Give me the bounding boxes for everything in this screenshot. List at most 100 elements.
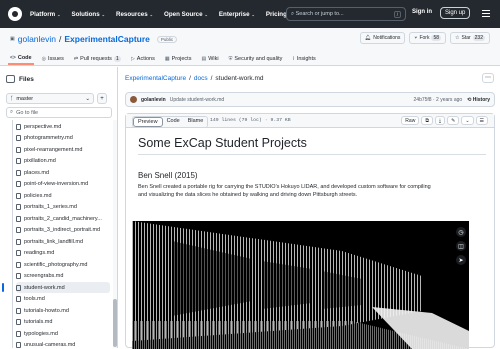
repo-owner-link[interactable]: golanlevin <box>18 34 56 44</box>
repo-title: ▣ golanlevin / ExperimentalCapture Publi… <box>10 34 178 44</box>
fork-count: 58 <box>431 35 441 41</box>
tab-actions[interactable]: ▷ Actions <box>129 52 157 65</box>
list-item[interactable]: pixel-rearrangement.md <box>16 144 110 155</box>
file-name: portraits_1_series.md <box>24 204 77 210</box>
file-icon <box>16 135 21 141</box>
pull-request-icon: ⇄ <box>73 55 79 62</box>
list-item[interactable]: student-work.md <box>16 282 110 293</box>
table-icon: ▦ <box>164 55 170 62</box>
breadcrumb-folder-link[interactable]: docs <box>194 75 208 82</box>
file-name: point-of-view-inversion.md <box>24 181 89 187</box>
commit-author[interactable]: golanlevin <box>141 97 166 103</box>
file-icon <box>16 261 21 268</box>
sign-in-link[interactable]: Sign in <box>412 9 432 15</box>
file-name: tools.md <box>24 296 45 302</box>
markdown-body: Some ExCap Student Projects Ben Snell (2… <box>138 134 486 199</box>
chevron-down-icon: ⌄ <box>251 11 255 17</box>
download-icon[interactable]: ⤓ <box>434 116 446 125</box>
commit-message[interactable]: Update student-work.md <box>170 97 224 103</box>
edit-icon[interactable]: ✎ <box>447 116 460 125</box>
sign-up-button[interactable]: Sign up <box>440 7 471 19</box>
avatar[interactable] <box>130 96 137 103</box>
file-icon <box>16 273 21 279</box>
tab-issues[interactable]: ◎ Issues <box>40 52 66 65</box>
tab-pull-requests[interactable]: ⇄ Pull requests 1 <box>72 52 123 65</box>
tree-guide-line <box>12 120 13 348</box>
nav-platform[interactable]: Platform ⌄ <box>30 11 60 18</box>
nav-resources[interactable]: Resources ⌄ <box>116 11 153 18</box>
tab-preview[interactable]: Preview <box>133 117 163 127</box>
list-item[interactable]: readings.md <box>16 248 110 259</box>
nav-solutions[interactable]: Solutions ⌄ <box>71 11 105 18</box>
list-item[interactable]: tutorials.md <box>16 317 110 328</box>
go-to-file-input[interactable]: ⌕ Go to file <box>6 107 112 118</box>
list-item[interactable]: portraits_3_indirect_portrait.md <box>16 225 110 236</box>
file-icon <box>16 123 21 130</box>
send-icon[interactable]: ➤ <box>456 255 466 265</box>
raw-button[interactable]: Raw <box>401 116 420 125</box>
top-navigation-bar: Platform ⌄ Solutions ⌄ Resources ⌄ Open Sou… <box>0 0 500 28</box>
history-button[interactable]: ⟲ History <box>467 97 490 103</box>
copy-icon[interactable]: ⧉ <box>421 116 433 125</box>
file-name: readings.md <box>24 250 55 256</box>
breadcrumb-separator: / <box>189 75 191 82</box>
list-item[interactable]: policies.md <box>16 190 110 201</box>
tab-projects[interactable]: ▦ Projects <box>163 52 194 65</box>
github-logo-icon[interactable] <box>8 7 22 21</box>
list-item[interactable]: photogrammetry.md <box>16 133 110 144</box>
list-item[interactable]: tutorials-howto.md <box>16 305 110 316</box>
notifications-button[interactable]: 🔔︎ Notifications <box>359 32 406 44</box>
section-paragraph: Ben Snell created a portable rig for car… <box>138 184 431 198</box>
active-file-indicator <box>2 283 4 292</box>
list-item[interactable]: places.md <box>16 167 110 178</box>
chevron-down-icon[interactable]: ⌄ <box>461 116 474 125</box>
list-item[interactable]: perspective.md <box>16 121 110 132</box>
list-item[interactable]: screengrabs.md <box>16 271 110 282</box>
star-icon: ☆ <box>455 35 460 41</box>
list-item[interactable]: tools.md <box>16 294 110 305</box>
file-name: portraits_2_candid_machinery... <box>24 215 102 222</box>
nav-pricing[interactable]: Pricing <box>266 11 287 18</box>
graph-icon: ⌇ <box>292 55 295 62</box>
layers-icon[interactable]: ◫ <box>456 241 466 251</box>
tab-wiki[interactable]: ▤ Wiki <box>199 52 220 65</box>
play-icon: ▷ <box>130 55 135 62</box>
list-item[interactable]: unusual-cameras.md <box>16 340 110 348</box>
star-button[interactable]: ☆ Star 232 <box>450 32 490 44</box>
tab-insights[interactable]: ⌇ Insights <box>290 52 317 65</box>
sidebar-toggle-icon[interactable] <box>6 75 15 83</box>
tab-security[interactable]: ⛨ Security and quality <box>227 52 285 65</box>
list-item[interactable]: typologies.md <box>16 328 110 339</box>
file-icon <box>16 227 21 233</box>
list-item[interactable]: pixillation.md <box>16 156 110 167</box>
fork-button[interactable]: ⑂ Fork 58 <box>409 32 446 44</box>
breadcrumb-repo-link[interactable]: ExperimentalCapture <box>125 75 186 82</box>
list-item[interactable]: portraits_1_series.md <box>16 202 110 213</box>
tab-code[interactable]: <> Code <box>8 52 34 65</box>
add-file-button[interactable]: + <box>97 93 107 104</box>
list-item[interactable]: portraits_2_candid_machinery... <box>16 213 110 224</box>
nav-open-source[interactable]: Open Source ⌄ <box>164 11 208 18</box>
list-item[interactable]: point-of-view-inversion.md <box>16 179 110 190</box>
clock-icon[interactable]: ◷ <box>456 227 466 237</box>
more-options-button[interactable]: ⋯ <box>482 73 494 83</box>
search-input[interactable]: ⌕ Search or jump to... / <box>286 7 406 21</box>
list-item[interactable]: portraits_link_landfill.md <box>16 236 110 247</box>
tab-code-view[interactable]: Code <box>162 117 184 127</box>
repo-name-link[interactable]: ExperimentalCapture <box>64 34 150 44</box>
nav-enterprise[interactable]: Enterprise ⌄ <box>219 11 255 18</box>
list-item[interactable]: scientific_photography.md <box>16 259 110 270</box>
file-name: portraits_link_landfill.md <box>24 238 83 245</box>
sidebar-scrollbar-thumb[interactable] <box>113 299 117 347</box>
section-heading: Ben Snell (2015) <box>138 171 198 180</box>
file-tree: perspective.md photogrammetry.md pixel-rea… <box>0 120 112 348</box>
branch-selector[interactable]: ᚴ master ⌄ <box>6 93 94 104</box>
chevron-down-icon: ⌄ <box>149 11 154 17</box>
search-icon: ⌕ <box>10 109 14 115</box>
tab-blame[interactable]: Blame <box>183 117 208 127</box>
commit-hash-time[interactable]: 24b75f8 · 2 years ago <box>414 97 463 103</box>
fork-icon: ⑂ <box>414 35 418 41</box>
outline-list-icon[interactable]: ☰ <box>475 116 488 125</box>
lidar-scan-graphic <box>132 221 469 349</box>
hamburger-menu-icon[interactable] <box>482 10 490 17</box>
